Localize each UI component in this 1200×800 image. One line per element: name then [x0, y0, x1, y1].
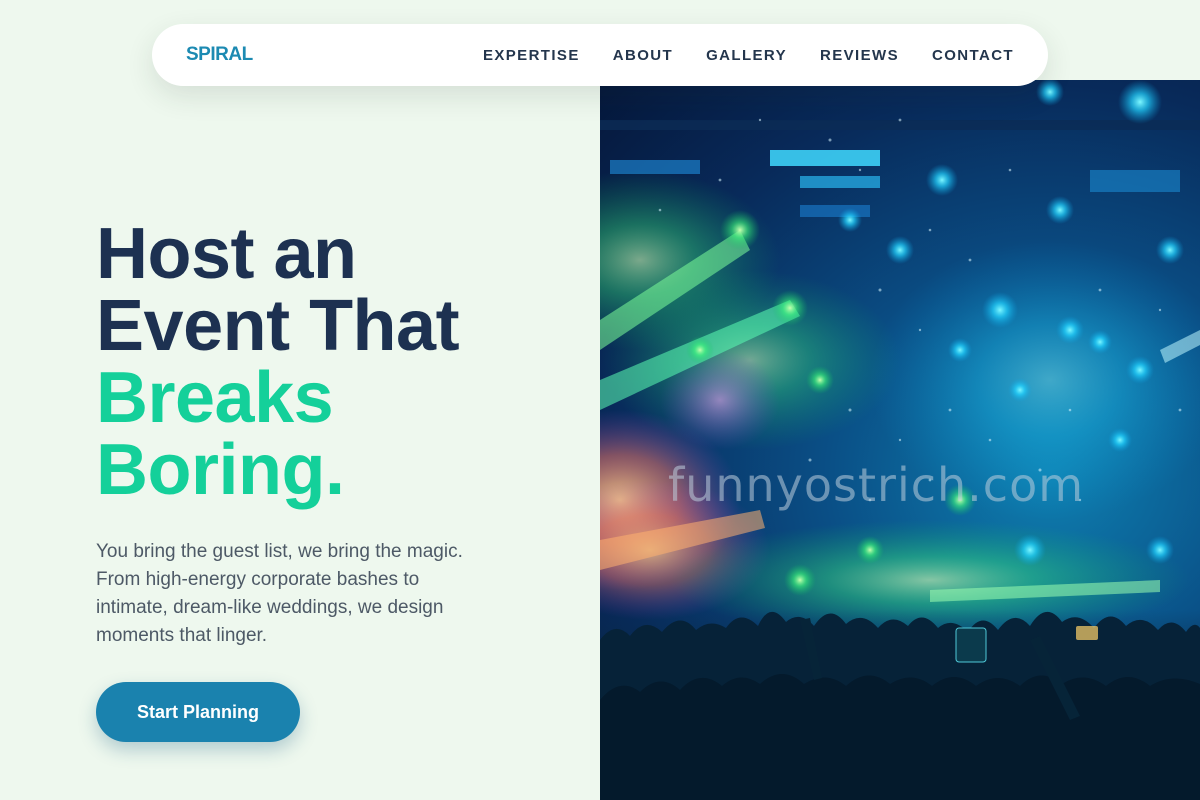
hero-headline: Host an Event That Breaks Boring.: [96, 218, 566, 506]
nav-link-contact[interactable]: CONTACT: [932, 47, 1014, 64]
headline-accent-line-1: Breaks: [96, 358, 334, 438]
nav-link-expertise[interactable]: EXPERTISE: [483, 47, 580, 64]
start-planning-button[interactable]: Start Planning: [96, 682, 300, 742]
hero-section: Host an Event That Breaks Boring. You br…: [96, 218, 566, 650]
image-watermark: funnyostrich.com: [668, 458, 1085, 512]
nav-link-gallery[interactable]: GALLERY: [706, 47, 787, 64]
brand-logo[interactable]: SPIRAL: [186, 44, 253, 66]
nav-link-about[interactable]: ABOUT: [613, 47, 673, 64]
headline-accent-line-2: Boring.: [96, 430, 345, 510]
hero-subtext: You bring the guest list, we bring the m…: [96, 541, 463, 646]
headline-line-1: Host an: [96, 214, 357, 294]
nav-link-reviews[interactable]: REVIEWS: [820, 47, 899, 64]
headline-line-2: Event That: [96, 286, 460, 366]
nav-links: EXPERTISE ABOUT GALLERY REVIEWS CONTACT: [483, 47, 1014, 64]
concert-hero-image: funnyostrich.com: [600, 80, 1200, 800]
concert-illustration: [600, 80, 1200, 800]
top-navbar: SPIRAL EXPERTISE ABOUT GALLERY REVIEWS C…: [152, 24, 1048, 86]
